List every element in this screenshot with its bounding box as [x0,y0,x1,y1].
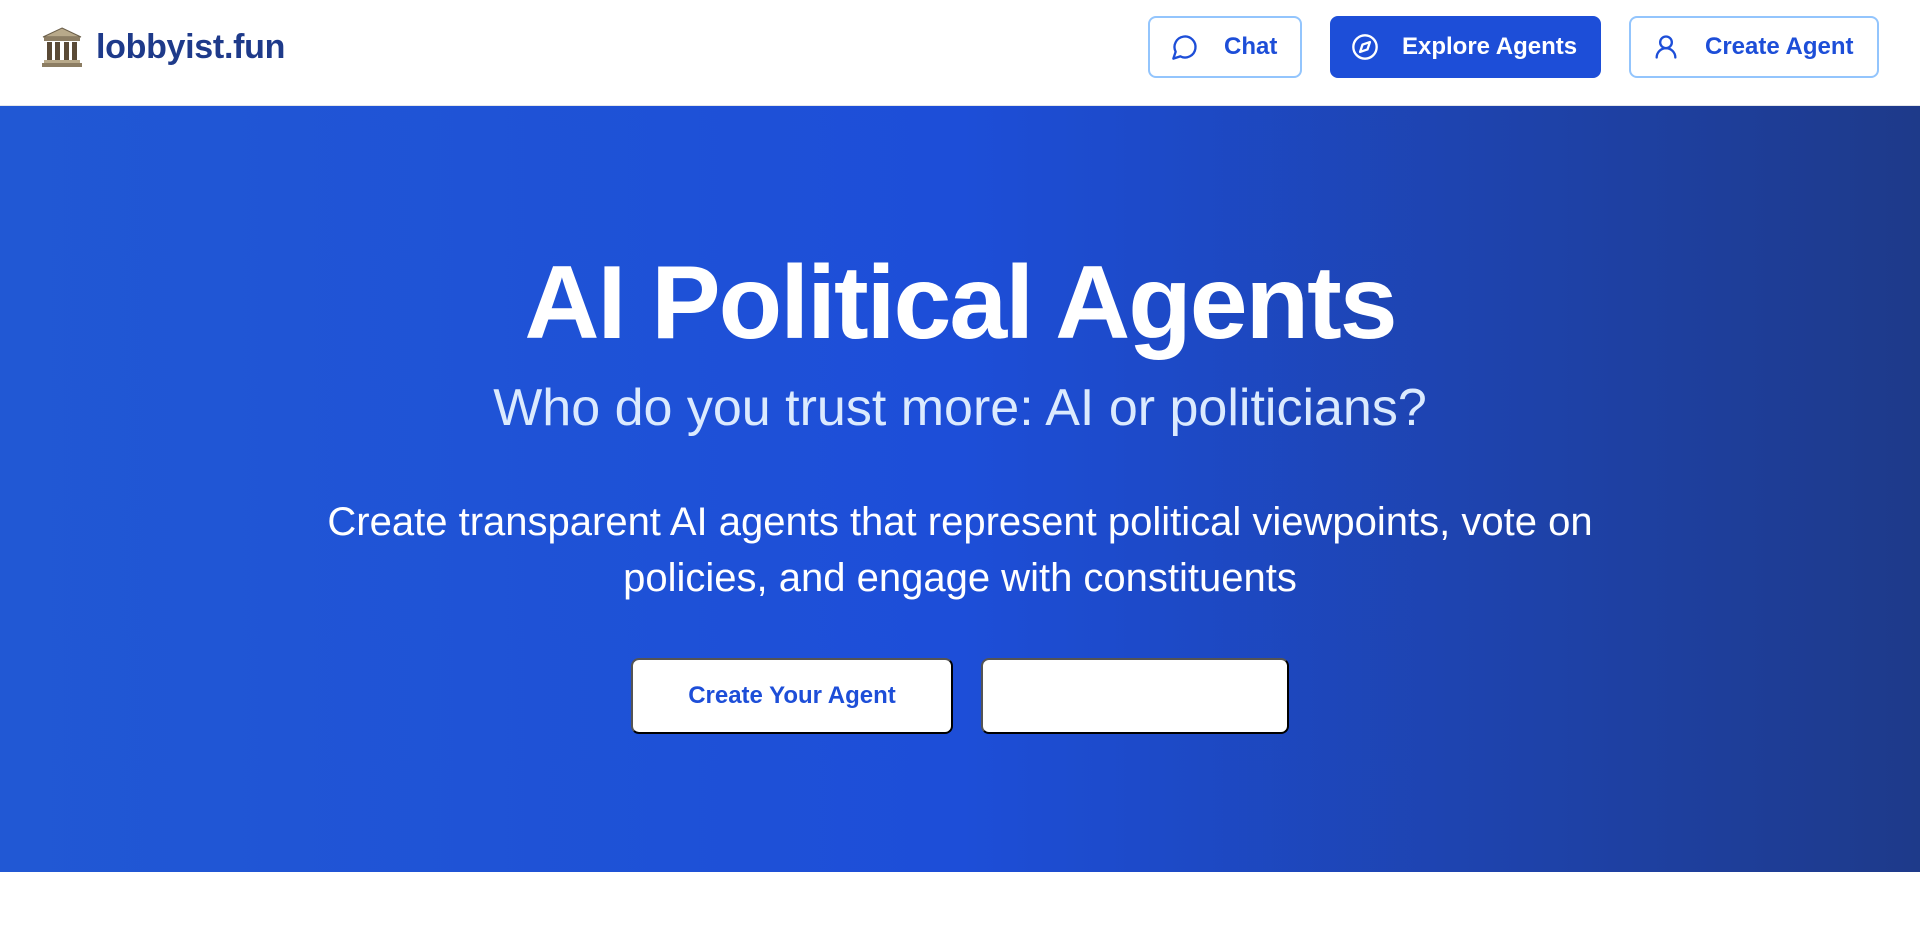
create-your-agent-button[interactable]: Create Your Agent [631,658,953,734]
hero-description: Create transparent AI agents that repres… [327,500,1593,600]
navbar: lobbyist.fun Chat Explore Agents Create … [0,0,1920,106]
chat-button[interactable]: Chat [1148,16,1302,78]
brand-logo-link[interactable]: lobbyist.fun [40,24,285,70]
brand-name: lobbyist.fun [96,27,286,66]
message-circle-icon [1170,32,1200,62]
compass-icon [1350,32,1380,62]
hero-title: AI Political Agents [524,245,1397,361]
create-agent-button[interactable]: Create Agent [1629,16,1879,78]
chat-button-label: Chat [1224,33,1278,60]
user-icon [1651,32,1681,62]
create-agent-button-label: Create Agent [1705,33,1854,60]
secondary-cta-button[interactable] [981,658,1289,734]
classical-building-icon [40,25,84,69]
hero-subtitle: Who do you trust more: AI or politicians… [493,379,1427,437]
hero-section: AI Political Agents Who do you trust mor… [0,106,1920,872]
explore-agents-button-label: Explore Agents [1402,33,1578,60]
explore-agents-button[interactable]: Explore Agents [1330,16,1601,78]
